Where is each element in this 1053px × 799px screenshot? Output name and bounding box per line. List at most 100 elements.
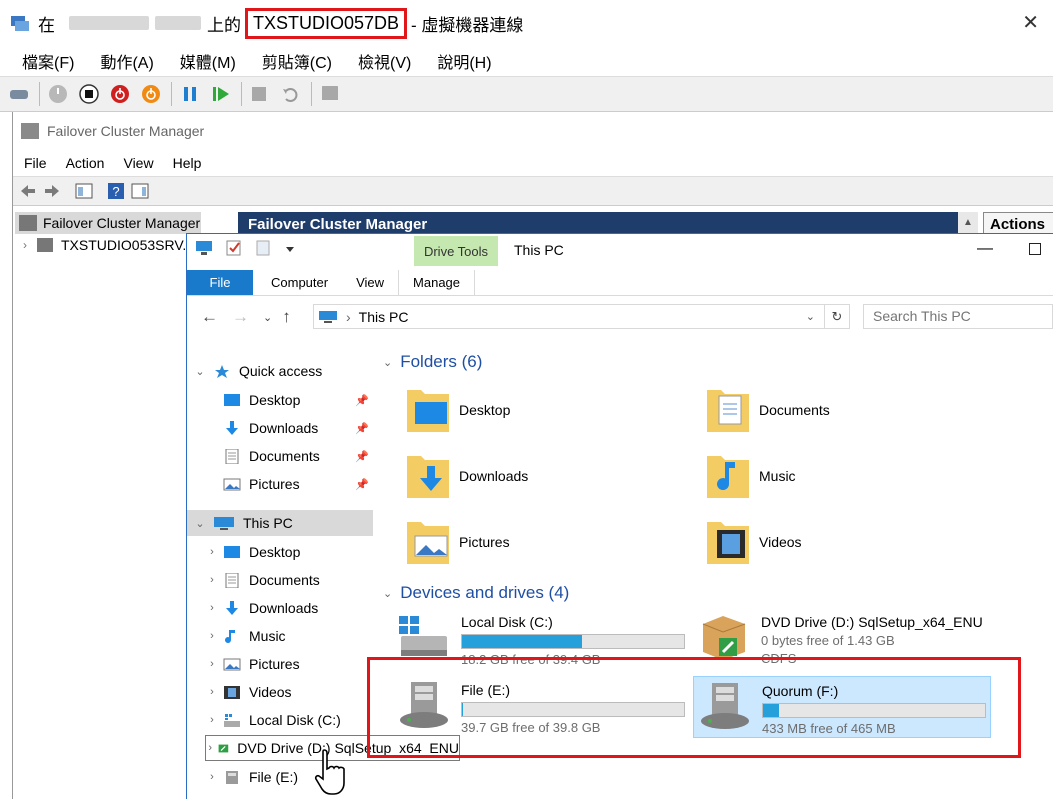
folder-music[interactable]: Music [705, 450, 796, 502]
address-dropdown-icon[interactable]: ⌄ [806, 310, 815, 323]
folder-downloads[interactable]: Downloads [405, 450, 528, 502]
nav-quick-desktop[interactable]: Desktop 📌 [223, 387, 369, 413]
pin-icon[interactable]: 📌 [355, 478, 369, 491]
nav-label: Videos [249, 684, 292, 700]
tree-cluster-item[interactable]: › TXSTUDIO053SRV.t [23, 237, 190, 253]
chevron-right-icon[interactable]: › [206, 742, 214, 754]
drive-tools-contextual-tab: Drive Tools [414, 236, 498, 266]
nav-quick-access[interactable]: ⌄ Quick access [193, 358, 322, 384]
breadcrumb-separator-icon[interactable]: › [346, 309, 351, 325]
resume-icon[interactable] [210, 83, 232, 105]
menu-help[interactable]: 說明(H) [437, 49, 491, 73]
back-icon[interactable]: ← [201, 307, 218, 327]
recent-locations-icon[interactable]: ⌄ [263, 311, 272, 324]
up-icon[interactable]: ↑ [282, 307, 291, 327]
folder-desktop[interactable]: Desktop [405, 384, 510, 436]
cluster-icon [37, 238, 53, 252]
search-box[interactable] [863, 304, 1053, 329]
new-folder-icon[interactable] [255, 240, 273, 256]
back-arrow-icon[interactable] [19, 182, 37, 200]
drives-group-header[interactable]: ⌄ Devices and drives (4) [383, 583, 569, 603]
properties-icon[interactable] [225, 240, 243, 256]
chevron-right-icon[interactable]: › [205, 630, 219, 642]
hand-cursor-icon [314, 749, 345, 795]
main-pane-header: Failover Cluster Manager [238, 212, 958, 234]
chevron-right-icon[interactable]: › [205, 574, 219, 586]
save-state-icon[interactable] [140, 83, 162, 105]
nav-this-pc[interactable]: ⌄ This PC [187, 510, 373, 536]
chevron-right-icon[interactable]: › [23, 238, 27, 252]
fcm-menu-help[interactable]: Help [173, 155, 202, 171]
tab-file[interactable]: File [187, 270, 253, 295]
help-icon[interactable]: ? [107, 182, 125, 200]
chevron-right-icon[interactable]: › [205, 686, 219, 698]
nav-quick-documents[interactable]: Documents 📌 [223, 443, 369, 469]
forward-arrow-icon[interactable] [43, 182, 61, 200]
fcm-menu-view[interactable]: View [123, 155, 153, 171]
turn-off-icon[interactable] [78, 83, 100, 105]
nav-pc-documents[interactable]: › Documents [205, 567, 320, 593]
ctrl-alt-del-icon[interactable] [8, 83, 30, 105]
pin-icon[interactable]: 📌 [355, 394, 369, 407]
chevron-down-icon[interactable]: ⌄ [193, 365, 207, 378]
show-action-pane-icon[interactable] [131, 182, 149, 200]
customize-qat-icon[interactable] [285, 240, 295, 256]
download-arrow-icon [226, 600, 238, 615]
nav-pc-videos[interactable]: › Videos [205, 679, 292, 705]
shutdown-icon[interactable] [109, 83, 131, 105]
refresh-icon[interactable]: ↻ [824, 304, 850, 329]
nav-label: Desktop [249, 392, 301, 408]
nav-quick-pictures[interactable]: Pictures 📌 [223, 471, 369, 497]
chevron-right-icon[interactable]: › [205, 546, 219, 558]
nav-pc-music[interactable]: › Music [205, 623, 285, 649]
nav-label: Desktop [249, 544, 301, 560]
start-icon[interactable] [47, 83, 69, 105]
nav-pc-file-drive[interactable]: › File (E:) [205, 764, 298, 790]
folders-group-header[interactable]: ⌄ Folders (6) [383, 352, 482, 372]
tree-root-item[interactable]: Failover Cluster Manager [15, 212, 201, 234]
maximize-icon[interactable] [1029, 243, 1041, 255]
chevron-right-icon[interactable]: › [205, 714, 219, 726]
fcm-menu-file[interactable]: File [24, 155, 47, 171]
chevron-right-icon[interactable]: › [205, 602, 219, 614]
nav-quick-downloads[interactable]: Downloads 📌 [223, 415, 369, 441]
revert-icon[interactable] [280, 83, 302, 105]
folder-pictures[interactable]: Pictures [405, 516, 510, 568]
chevron-down-icon[interactable]: ⌄ [193, 517, 207, 530]
nav-pc-desktop[interactable]: › Desktop [205, 539, 300, 565]
close-icon[interactable]: ✕ [1022, 10, 1039, 35]
address-bar[interactable]: › This PC ⌄ [313, 304, 850, 329]
checkpoint-icon[interactable] [249, 83, 271, 105]
navigation-pane: ⌄ Quick access Desktop 📌 Downloads 📌 Doc… [187, 350, 460, 799]
enhanced-session-icon[interactable] [319, 83, 341, 105]
minimize-icon[interactable]: — [977, 240, 993, 258]
tab-manage[interactable]: Manage [398, 270, 476, 295]
nav-pc-local-disk[interactable]: › Local Disk (C:) [205, 707, 341, 733]
pin-icon[interactable]: 📌 [355, 422, 369, 435]
chevron-down-icon[interactable]: ⌄ [383, 587, 392, 600]
folder-documents[interactable]: Documents [705, 384, 830, 436]
pause-icon[interactable] [179, 83, 201, 105]
menu-view[interactable]: 檢視(V) [358, 49, 411, 73]
pictures-icon [223, 478, 241, 490]
search-input[interactable] [873, 308, 1043, 324]
menu-file[interactable]: 檔案(F) [22, 49, 74, 73]
fcm-menu-action[interactable]: Action [66, 155, 105, 171]
nav-pc-downloads[interactable]: › Downloads [205, 595, 318, 621]
menu-media[interactable]: 媒體(M) [180, 49, 236, 73]
pin-icon[interactable]: 📌 [355, 450, 369, 463]
nav-pc-pictures[interactable]: › Pictures [205, 651, 299, 677]
nav-label: Pictures [249, 476, 300, 492]
folder-videos[interactable]: Videos [705, 516, 802, 568]
chevron-down-icon[interactable]: ⌄ [383, 356, 392, 369]
forward-icon[interactable]: → [232, 307, 249, 327]
tab-computer[interactable]: Computer [253, 270, 342, 295]
chevron-right-icon[interactable]: › [205, 771, 219, 783]
show-hide-tree-icon[interactable] [75, 182, 93, 200]
drive-free-space: 0 bytes free of 1.43 GB [761, 633, 895, 648]
scroll-up-icon[interactable]: ▲ [958, 212, 978, 234]
menu-clipboard[interactable]: 剪貼簿(C) [262, 49, 332, 73]
menu-action[interactable]: 動作(A) [100, 49, 153, 73]
chevron-right-icon[interactable]: › [205, 658, 219, 670]
tab-view[interactable]: View [342, 270, 398, 295]
